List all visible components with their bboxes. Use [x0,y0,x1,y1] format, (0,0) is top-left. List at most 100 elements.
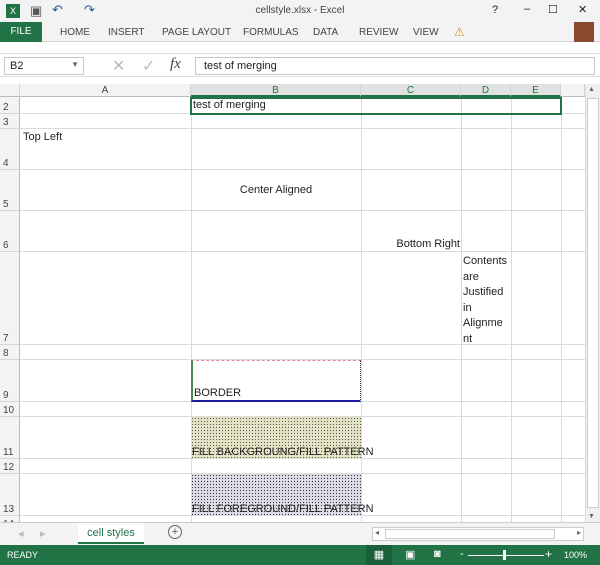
row-header-6[interactable]: 6 [0,211,20,252]
ribbon-tabs: FILE HOME INSERT PAGE LAYOUT FORMULAS DA… [0,22,600,42]
row-number: 4 [3,158,9,169]
row-number: 7 [3,333,9,344]
row-number: 2 [3,102,9,113]
row-number: 6 [3,240,9,251]
tab-formulas[interactable]: FORMULAS [243,27,299,38]
scroll-down-icon[interactable]: ▼ [588,513,595,520]
column-header-e[interactable]: E [511,84,561,97]
tab-view[interactable]: VIEW [413,27,439,38]
formula-bar: B2 ▼ ✕ ✓ fx test of merging [0,53,600,77]
enter-icon[interactable]: ✓ [142,56,155,76]
selected-range-b2-e2 [190,97,562,115]
select-all-corner[interactable] [0,84,20,97]
row-header-5[interactable]: 5 [0,170,20,211]
row-header-3[interactable]: 3 [0,114,20,129]
row-header-9[interactable]: 9 [0,360,20,402]
tab-insert[interactable]: INSERT [108,27,145,38]
name-box-value: B2 [10,60,24,72]
tab-page-layout[interactable]: PAGE LAYOUT [162,27,231,38]
zoom-level[interactable]: 100% [564,550,587,560]
cell-b11[interactable]: FILL BACKGROUNG/FILL PATTERN [191,417,374,459]
row-header-10[interactable]: 10 [0,402,20,417]
page-break-view-icon[interactable]: ◙ [434,548,441,560]
row-number: 3 [3,117,9,128]
prev-sheet-icon[interactable]: ◂ [18,527,24,540]
cell-b11-text: FILL BACKGROUNG/FILL PATTERN [192,446,374,458]
status-bar: READY ▦ ▣ ◙ - + 100% [0,545,600,565]
column-header-d[interactable]: D [461,84,511,97]
cell-d7[interactable]: Contents are Justified in Alignme nt [463,254,507,347]
row-number: 5 [3,199,9,210]
column-header-c[interactable]: C [361,84,461,97]
minimize-button[interactable]: – [524,3,530,15]
vertical-scrollbar[interactable]: ▲ ▼ [585,84,600,522]
row-number: 10 [3,405,15,416]
avatar[interactable] [574,22,594,42]
row-header-12[interactable]: 12 [0,459,20,474]
zoom-in-button[interactable]: + [545,547,552,561]
row-gridline [20,169,585,170]
normal-view-icon[interactable]: ▦ [366,545,392,565]
row-number: 8 [3,348,9,359]
cell-d7-line: Alignme [463,317,503,329]
vertical-scroll-thumb[interactable] [587,98,599,508]
spreadsheet-grid[interactable]: A B C D E 234567891011121314 test of mer… [0,84,585,522]
zoom-slider[interactable] [468,555,544,556]
warning-icon[interactable]: ⚠ [454,25,465,39]
cell-d7-line: Contents [463,255,508,267]
scroll-up-icon[interactable]: ▲ [588,86,595,93]
column-header-b[interactable]: B [191,84,361,97]
maximize-button[interactable]: ☐ [548,3,558,16]
cell-b9[interactable]: BORDER [191,360,361,402]
row-number: 11 [3,447,14,458]
name-box[interactable]: B2 ▼ [4,57,84,75]
horizontal-scrollbar[interactable]: ◂ ▸ [372,527,584,541]
row-header-13[interactable]: 13 [0,474,20,516]
zoom-slider-handle[interactable] [503,550,506,560]
status-text: READY [7,550,39,560]
title-bar: X ▣ ↶ ↷ cellstyle.xlsx - Excel ? ☐ – ✕ [0,0,600,22]
cell-b13-text: FILL FOREGROUND/FILL PATTERN [192,503,374,515]
sheet-tab-bar: ◂ ▸ cell styles + ◂ ▸ [0,522,600,545]
add-sheet-icon[interactable]: + [168,525,182,539]
horizontal-scroll-thumb[interactable] [385,529,555,539]
tab-data[interactable]: DATA [313,27,338,38]
row-number: 12 [3,462,15,473]
cancel-icon[interactable]: ✕ [112,56,125,76]
formula-input[interactable]: test of merging [195,57,595,75]
cell-b5[interactable]: Center Aligned [191,184,361,196]
zoom-out-button[interactable]: - [460,548,464,560]
row-header-8[interactable]: 8 [0,345,20,360]
row-header-11[interactable]: 11 [0,417,20,459]
cell-b9-text: BORDER [194,387,242,399]
cell-d7-line: nt [463,332,473,345]
cell-a4[interactable]: Top Left [23,131,62,143]
tab-file[interactable]: FILE [0,22,42,42]
row-number: 9 [3,390,9,401]
next-sheet-icon[interactable]: ▸ [40,527,46,540]
cell-d7-line: are [463,270,479,283]
row-gridline [20,251,585,252]
row-gridline [20,128,585,129]
column-header-a[interactable]: A [20,84,191,97]
tab-home[interactable]: HOME [60,27,90,38]
sheet-tab-cell-styles[interactable]: cell styles [78,523,144,544]
row-header-4[interactable]: 4 [0,129,20,170]
help-button[interactable]: ? [492,4,498,16]
insert-function-icon[interactable]: fx [170,56,181,73]
window-title: cellstyle.xlsx - Excel [255,5,345,16]
chevron-down-icon: ▼ [71,60,79,69]
scroll-left-icon[interactable]: ◂ [375,528,379,537]
row-gridline [20,210,585,211]
cell-b13[interactable]: FILL FOREGROUND/FILL PATTERN [191,474,374,516]
cell-d7-line: in [463,301,472,314]
row-header-7[interactable]: 7 [0,252,20,345]
close-button[interactable]: ✕ [578,3,587,16]
scroll-right-icon[interactable]: ▸ [577,528,581,537]
cell-c6[interactable]: Bottom Right [361,238,460,250]
page-layout-view-icon[interactable]: ▣ [405,548,415,561]
row-header-2[interactable]: 2 [0,97,20,114]
tab-review[interactable]: REVIEW [359,27,398,38]
column-header-f[interactable] [561,84,585,97]
row-number: 13 [3,504,15,515]
